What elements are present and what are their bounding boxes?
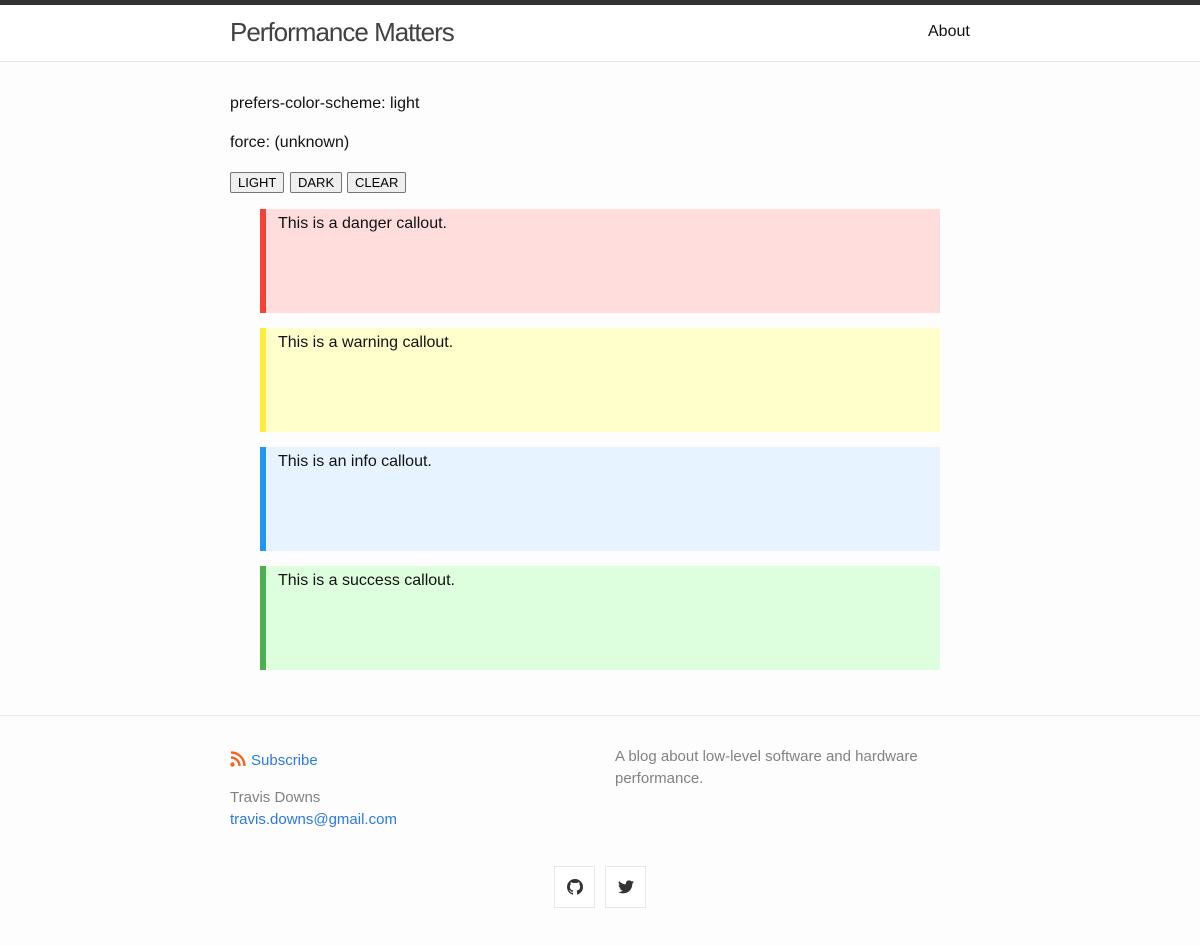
nav-link-about[interactable]: About bbox=[928, 22, 970, 42]
subscribe-link[interactable]: Subscribe bbox=[251, 751, 318, 771]
warning-callout: This is a warning callout. bbox=[260, 328, 940, 432]
site-title-link[interactable]: Performance Matters bbox=[230, 16, 455, 48]
github-icon bbox=[566, 879, 583, 895]
clear-button[interactable]: CLEAR bbox=[347, 172, 407, 193]
author-name: Travis Downs bbox=[230, 789, 321, 806]
light-button[interactable]: LIGHT bbox=[230, 172, 285, 193]
danger-callout: This is a danger callout. bbox=[260, 209, 940, 313]
github-link[interactable] bbox=[554, 866, 595, 908]
site-description: A blog about low-level software and hard… bbox=[615, 748, 918, 787]
color-scheme-status: prefers-color-scheme: light bbox=[230, 95, 420, 112]
twitter-link[interactable] bbox=[605, 866, 646, 908]
danger-callout-text: This is a danger callout. bbox=[278, 215, 447, 232]
success-callout: This is a success callout. bbox=[260, 566, 940, 670]
success-callout-text: This is a success callout. bbox=[278, 572, 455, 589]
info-callout-text: This is an info callout. bbox=[278, 453, 432, 470]
force-status: force: (unknown) bbox=[230, 134, 350, 151]
warning-callout-text: This is a warning callout. bbox=[278, 334, 454, 351]
twitter-icon bbox=[617, 880, 634, 894]
info-callout: This is an info callout. bbox=[260, 447, 940, 551]
rss-icon[interactable] bbox=[230, 751, 246, 767]
site-header: Performance Matters About bbox=[0, 5, 1200, 62]
email-link[interactable]: travis.downs@gmail.com bbox=[230, 810, 397, 830]
site-footer bbox=[0, 715, 1200, 945]
dark-button[interactable]: DARK bbox=[290, 172, 343, 193]
